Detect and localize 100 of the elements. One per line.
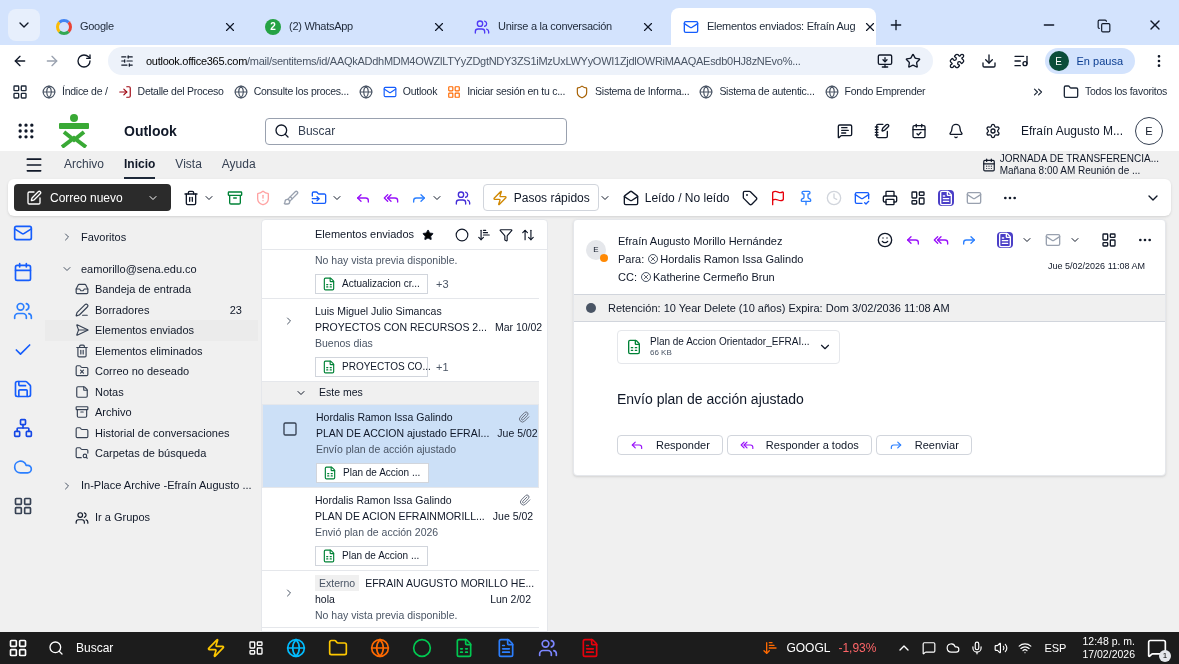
tag-icon[interactable] xyxy=(741,189,758,206)
favorites-header[interactable]: Favoritos xyxy=(45,227,258,247)
bookmark[interactable]: Sistema de Informa... xyxy=(575,84,690,100)
mail-icon[interactable] xyxy=(12,223,33,243)
clock[interactable]: 12:48 p. m. 17/02/2026 xyxy=(1082,634,1135,662)
bookmark[interactable] xyxy=(358,85,373,99)
star-icon[interactable] xyxy=(422,228,435,241)
download-icon[interactable] xyxy=(980,53,997,69)
folder-item[interactable]: Bandeja de entrada xyxy=(45,279,258,300)
read-unread-button[interactable]: Leído / No leído xyxy=(622,188,730,207)
select-icon[interactable] xyxy=(455,227,469,242)
delete-icon[interactable] xyxy=(182,189,199,206)
bookmark[interactable]: Fondo Emprender xyxy=(824,84,926,100)
mail-icon[interactable] xyxy=(965,189,982,206)
bell-icon[interactable] xyxy=(947,123,964,139)
folder-item[interactable]: Archivo xyxy=(45,402,258,423)
group-header[interactable]: Este mes xyxy=(262,382,539,404)
reply-action-button[interactable]: Reenviar xyxy=(875,435,972,455)
notifications-icon[interactable] xyxy=(1147,638,1167,658)
folder-item[interactable]: Elementos enviados xyxy=(45,320,258,341)
back-icon[interactable] xyxy=(12,53,28,69)
sort-order-icon[interactable] xyxy=(521,227,535,242)
apps-icon[interactable] xyxy=(12,84,28,100)
notebook-icon[interactable] xyxy=(873,123,890,139)
message-item[interactable]: Hordalis Ramon Issa Galindo PLAN DE ACCION ajustado EFRAI... Jue 5/02 Envío plan de acción ajustado Plan de Accion ... xyxy=(262,404,539,488)
media-icon[interactable] xyxy=(1012,53,1029,69)
browser-tab[interactable]: 2 (2) WhatsApp xyxy=(253,8,458,45)
spreadsheet-icon[interactable] xyxy=(454,638,474,658)
address-bar[interactable]: outlook.office365.com/mail/sentitems/id/AAQkADdhMDM4OWZlLTYyZDgtNDY3ZS1iMzUxLWYyOWI1ZjdlOWRiMAAQAEsdb0HJ8zNEvo%... xyxy=(108,47,933,75)
recipient[interactable]: Hordalis Ramon Issa Galindo xyxy=(648,250,804,268)
attachment-chip[interactable]: Plan de Accion ... xyxy=(316,463,429,483)
folder-item[interactable]: Carpetas de búsqueda xyxy=(45,443,258,464)
filter-icon[interactable] xyxy=(499,227,513,242)
browser-tab[interactable]: Google xyxy=(44,8,249,45)
all-bookmarks[interactable]: Todos los favoritos xyxy=(1063,84,1167,100)
pdf-icon[interactable] xyxy=(580,638,600,658)
bookmark[interactable]: Consulte los proces... xyxy=(233,84,349,100)
sweep-icon[interactable] xyxy=(282,189,299,206)
settings-icon[interactable] xyxy=(984,123,1001,139)
folder-item[interactable]: Borradores 23 xyxy=(45,299,258,320)
people-icon[interactable] xyxy=(454,189,471,206)
microphone-icon[interactable] xyxy=(970,641,985,655)
chat-icon[interactable] xyxy=(836,123,853,139)
groups-link[interactable]: Ir a Grupos xyxy=(45,507,258,528)
language[interactable]: ESP xyxy=(1044,639,1067,657)
bookmark[interactable]: Outlook xyxy=(382,84,438,100)
apps-icon[interactable] xyxy=(909,189,926,206)
org-chart-icon[interactable] xyxy=(12,418,33,438)
browser-tab[interactable]: Unirse a la conversación xyxy=(462,8,667,45)
attachment-chip[interactable]: Plan de Accion ... xyxy=(315,546,428,566)
checkbox-icon[interactable] xyxy=(281,421,298,437)
recipient[interactable]: Katherine Cermeño Brun xyxy=(640,268,775,286)
print-icon[interactable] xyxy=(881,189,898,206)
attachment-chip[interactable]: PROYECTOS CO... xyxy=(315,357,428,377)
meet-icon[interactable] xyxy=(922,641,937,655)
sort-icon[interactable] xyxy=(477,227,491,242)
smiley-icon[interactable] xyxy=(877,232,893,248)
folder-item[interactable]: Historial de conversaciones xyxy=(45,422,258,443)
quick-steps-button[interactable]: Pasos rápidos xyxy=(482,184,599,211)
reply-action-button[interactable]: Responder a todos xyxy=(726,435,872,455)
install-icon[interactable] xyxy=(876,53,893,69)
folder-icon[interactable] xyxy=(328,638,348,658)
pdf-icon[interactable] xyxy=(937,189,954,206)
message-item[interactable]: Hordalis Ramon Issa Galindo PLAN DE ACION EFRAINMORILL... Jue 5/02 Envió plan de acción 2026 Plan de Accion ... xyxy=(262,488,539,571)
star-icon[interactable] xyxy=(904,53,921,69)
extensions-icon[interactable] xyxy=(948,53,965,69)
new-tab-icon[interactable] xyxy=(888,17,904,33)
profile-button[interactable]: E En pausa xyxy=(1044,48,1135,74)
reminder-title[interactable]: JORNADA DE TRANSFERENCIA... xyxy=(999,152,1159,165)
folder-item[interactable]: Notas xyxy=(45,381,258,402)
start-icon[interactable] xyxy=(8,638,28,658)
folder-item[interactable]: Correo no deseado xyxy=(45,361,258,382)
account-header[interactable]: eamorillo@sena.edu.co xyxy=(45,259,258,279)
bookmark[interactable]: Índice de / xyxy=(42,84,108,100)
reply-action-button[interactable]: Responder xyxy=(617,435,723,455)
speaker-icon[interactable] xyxy=(994,641,1009,655)
calendar-check-icon[interactable] xyxy=(910,123,927,139)
wifi-icon[interactable] xyxy=(1018,641,1033,655)
more-bookmarks-icon[interactable] xyxy=(1031,85,1045,99)
pdf-icon[interactable] xyxy=(997,232,1013,248)
stock-symbol[interactable]: GOOGL xyxy=(786,639,831,657)
new-mail-button[interactable]: Correo nuevo xyxy=(14,184,171,211)
menu-icon[interactable] xyxy=(24,155,44,175)
rules-icon[interactable] xyxy=(853,189,870,206)
message-item[interactable]: No hay vista previa disponible. Actualizacion cr... +3 xyxy=(262,250,539,299)
mail-icon[interactable] xyxy=(1045,232,1061,248)
bookmark[interactable]: Iniciar sesión en tu c... xyxy=(447,84,566,100)
restore-icon[interactable] xyxy=(1097,19,1111,33)
archive-header[interactable]: In-Place Archive -Efraín Augusto ... xyxy=(45,475,258,496)
folder-item[interactable]: Elementos eliminados xyxy=(45,340,258,361)
people-icon[interactable] xyxy=(538,638,558,658)
bookmark[interactable]: Detalle del Proceso xyxy=(117,84,224,100)
apps-icon[interactable] xyxy=(12,496,33,516)
ribbon-tab[interactable]: Archivo xyxy=(64,151,104,179)
calendar-icon[interactable] xyxy=(12,262,33,282)
cloud-icon[interactable] xyxy=(946,641,961,655)
message-item[interactable]: Externo EFRAIN AUGUSTO MORILLO HE... hola Lun 2/02 No hay vista previa disponible. xyxy=(262,571,539,628)
flag-icon[interactable] xyxy=(769,189,786,206)
reload-icon[interactable] xyxy=(76,53,92,69)
ribbon-tab[interactable]: Ayuda xyxy=(221,151,256,179)
